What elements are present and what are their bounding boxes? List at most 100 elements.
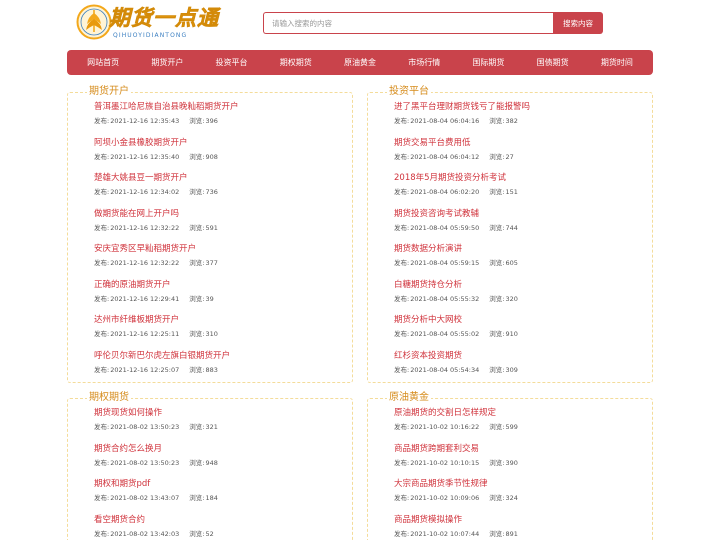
section-title[interactable]: 原油黄金 — [387, 391, 431, 405]
nav-item[interactable]: 国际期货 — [472, 57, 504, 68]
article-title-link[interactable]: 达州市纤维板期货开户 — [94, 314, 349, 326]
published-label: 发布: — [94, 294, 110, 303]
published-label: 发布: — [394, 223, 410, 232]
view-count: 736 — [205, 188, 218, 196]
publish-date: 2021-12-16 12:25:07 — [110, 365, 180, 374]
article-title-link[interactable]: 呼伦贝尔新巴尔虎左旗白银期货开户 — [94, 350, 349, 362]
article-title-link[interactable]: 阿坝小金县橡胶期货开户 — [94, 137, 349, 149]
article-title-link[interactable]: 期货投资咨询考试教辅 — [394, 208, 649, 220]
article-meta: 发布: 2021-08-04 05:55:02 浏览: 910 — [394, 330, 649, 339]
article-title-link[interactable]: 大宗商品期货季节性规律 — [394, 478, 649, 490]
views-label: 浏览: — [489, 458, 505, 467]
site-logo[interactable]: 期货一点通 QIHUOYIDIANTONG — [76, 4, 218, 42]
article-list: 普洱墨江哈尼族自治县晚籼稻期货开户 发布: 2021-12-16 12:35:43 浏… — [94, 101, 349, 385]
article-meta: 发布: 2021-12-16 12:25:11 浏览: 310 — [94, 330, 349, 339]
view-count: 599 — [505, 423, 518, 431]
article-title-link[interactable]: 期货现货如何操作 — [94, 407, 349, 419]
view-count: 27 — [505, 152, 514, 161]
list-item: 正确的原油期货开户 发布: 2021-12-16 12:29:41 浏览: 39 — [94, 279, 349, 315]
view-count: 908 — [205, 152, 218, 161]
article-title-link[interactable]: 商品期货跨期套利交易 — [394, 443, 649, 455]
view-count: 744 — [505, 223, 518, 232]
list-item: 进了黑平台理财期货钱亏了能报警吗 发布: 2021-08-04 06:04:16 浏览… — [394, 101, 649, 137]
article-title-link[interactable]: 安庆宜秀区早籼稻期货开户 — [94, 243, 349, 255]
views-label: 浏览: — [489, 494, 505, 502]
logo-subtitle: QIHUOYIDIANTONG — [113, 32, 188, 39]
published-label: 发布: — [394, 294, 410, 303]
article-meta: 发布: 2021-08-02 13:50:23 浏览: 948 — [94, 459, 349, 468]
list-item: 看空期货合约 发布: 2021-08-02 13:42:03 浏览: 52 — [94, 514, 349, 540]
nav-item[interactable]: 原油黄金 — [344, 57, 376, 68]
nav-item[interactable]: 期货开户 — [151, 57, 183, 68]
view-count: 377 — [205, 259, 218, 267]
views-label: 浏览: — [189, 330, 205, 338]
views-label: 浏览: — [489, 330, 505, 338]
main-nav: 网站首页 期货开户 投资平台 期权期货 原油黄金 市场行情 国际期货 国债期货 期货时间 — [67, 50, 653, 75]
article-title-link[interactable]: 期货交易平台费用低 — [394, 137, 649, 149]
list-item: 商品期货跨期套利交易 发布: 2021-10-02 10:10:15 浏览: 390 — [394, 443, 649, 479]
published-label: 发布: — [394, 458, 410, 467]
article-title-link[interactable]: 楚雄大姚县豆一期货开户 — [94, 172, 349, 184]
article-title-link[interactable]: 白糖期货持仓分析 — [394, 279, 649, 291]
article-meta: 发布: 2021-08-02 13:42:03 浏览: 52 — [94, 530, 349, 539]
article-title-link[interactable]: 商品期货模拟操作 — [394, 514, 649, 526]
publish-date: 2021-08-04 05:55:02 — [410, 330, 480, 338]
view-count: 591 — [205, 223, 218, 232]
views-label: 浏览: — [189, 152, 205, 161]
section-title[interactable]: 期货开户 — [87, 85, 131, 99]
views-label: 浏览: — [489, 117, 505, 125]
published-label: 发布: — [94, 152, 110, 161]
view-count: 891 — [505, 529, 518, 538]
nav-item[interactable]: 期权期货 — [280, 57, 312, 68]
published-label: 发布: — [394, 423, 410, 431]
list-item: 期货交易平台费用低 发布: 2021-08-04 06:04:12 浏览: 27 — [394, 137, 649, 173]
article-title-link[interactable]: 普洱墨江哈尼族自治县晚籼稻期货开户 — [94, 101, 349, 113]
article-meta: 发布: 2021-10-02 10:07:44 浏览: 891 — [394, 530, 649, 539]
article-title-link[interactable]: 做期货能在网上开户吗 — [94, 208, 349, 220]
article-title-link[interactable]: 期货合约怎么换月 — [94, 443, 349, 455]
views-label: 浏览: — [489, 423, 505, 431]
published-label: 发布: — [94, 330, 110, 338]
published-label: 发布: — [94, 223, 110, 232]
section-panel: 原油黄金 原油期货的交割日怎样规定 发布: 2021-10-02 10:16:22 浏… — [367, 391, 653, 540]
article-title-link[interactable]: 看空期货合约 — [94, 514, 349, 526]
section-panel: 投资平台 进了黑平台理财期货钱亏了能报警吗 发布: 2021-08-04 06:04… — [367, 85, 653, 383]
published-label: 发布: — [94, 529, 110, 538]
view-count: 382 — [505, 117, 518, 125]
list-item: 期货合约怎么换月 发布: 2021-08-02 13:50:23 浏览: 948 — [94, 443, 349, 479]
article-title-link[interactable]: 进了黑平台理财期货钱亏了能报警吗 — [394, 101, 649, 113]
views-label: 浏览: — [189, 529, 205, 538]
list-item: 期货分析中大网校 发布: 2021-08-04 05:55:02 浏览: 910 — [394, 314, 649, 350]
search-button[interactable]: 搜索内容 — [553, 12, 603, 34]
nav-item[interactable]: 国债期货 — [537, 57, 569, 68]
article-title-link[interactable]: 正确的原油期货开户 — [94, 279, 349, 291]
published-label: 发布: — [394, 330, 410, 338]
nav-item[interactable]: 期货时间 — [601, 57, 633, 68]
article-title-link[interactable]: 2018年5月期货投资分析考试 — [394, 172, 649, 184]
view-count: 321 — [205, 423, 218, 431]
published-label: 发布: — [94, 494, 110, 502]
publish-date: 2021-12-16 12:32:22 — [110, 259, 180, 267]
list-item: 阿坝小金县橡胶期货开户 发布: 2021-12-16 12:35:40 浏览: 908 — [94, 137, 349, 173]
list-item: 原油期货的交割日怎样规定 发布: 2021-10-02 10:16:22 浏览: 599 — [394, 407, 649, 443]
article-meta: 发布: 2021-12-16 12:29:41 浏览: 39 — [94, 295, 349, 304]
article-title-link[interactable]: 红杉资本投资期货 — [394, 350, 649, 362]
published-label: 发布: — [94, 188, 110, 196]
section-title[interactable]: 投资平台 — [387, 85, 431, 99]
search-input[interactable] — [263, 12, 554, 34]
nav-item[interactable]: 网站首页 — [87, 57, 119, 68]
publish-date: 2021-08-02 13:50:23 — [110, 423, 180, 431]
published-label: 发布: — [94, 259, 110, 267]
nav-item[interactable]: 市场行情 — [408, 57, 440, 68]
article-title-link[interactable]: 原油期货的交割日怎样规定 — [394, 407, 649, 419]
article-title-link[interactable]: 期货数据分析演讲 — [394, 243, 649, 255]
list-item: 期货现货如何操作 发布: 2021-08-02 13:50:23 浏览: 321 — [94, 407, 349, 443]
list-item: 呼伦贝尔新巴尔虎左旗白银期货开户 发布: 2021-12-16 12:25:07 浏览… — [94, 350, 349, 386]
view-count: 52 — [205, 529, 214, 538]
section-title[interactable]: 期权期货 — [87, 391, 131, 405]
publish-date: 2021-12-16 12:35:40 — [110, 152, 180, 161]
nav-item[interactable]: 投资平台 — [216, 57, 248, 68]
publish-date: 2021-08-04 05:55:32 — [410, 294, 480, 303]
article-title-link[interactable]: 期权和期货pdf — [94, 478, 349, 490]
article-title-link[interactable]: 期货分析中大网校 — [394, 314, 649, 326]
